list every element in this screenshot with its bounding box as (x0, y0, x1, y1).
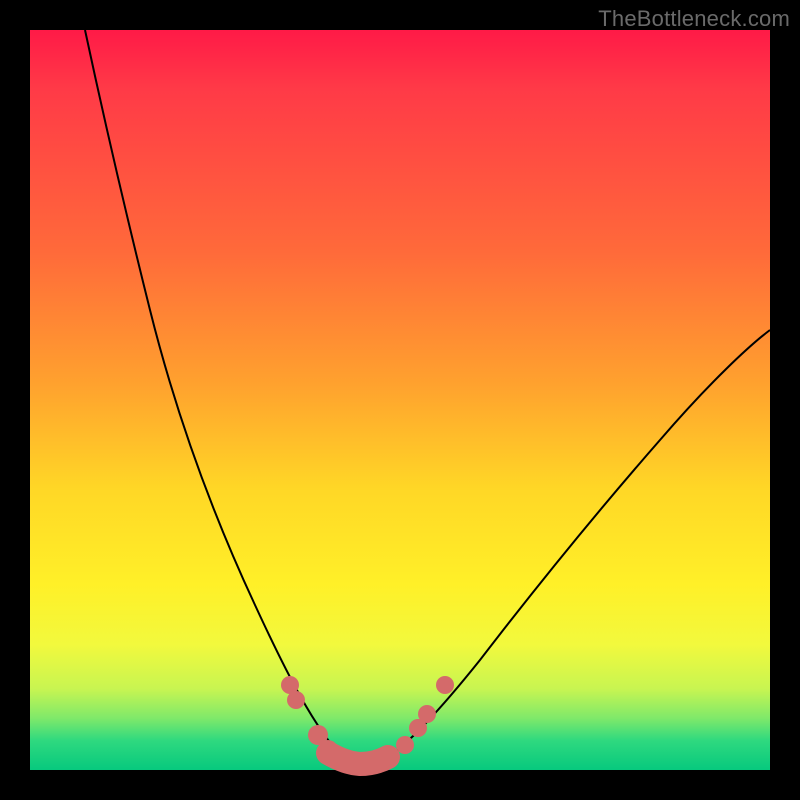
right-curve (385, 330, 770, 760)
left-markers (281, 676, 338, 760)
curve-layer (30, 30, 770, 770)
left-curve (85, 30, 345, 760)
outer-frame: TheBottleneck.com (0, 0, 800, 800)
trough-band (328, 753, 388, 764)
watermark-text: TheBottleneck.com (598, 6, 790, 32)
right-markers (396, 676, 454, 754)
plot-area (30, 30, 770, 770)
